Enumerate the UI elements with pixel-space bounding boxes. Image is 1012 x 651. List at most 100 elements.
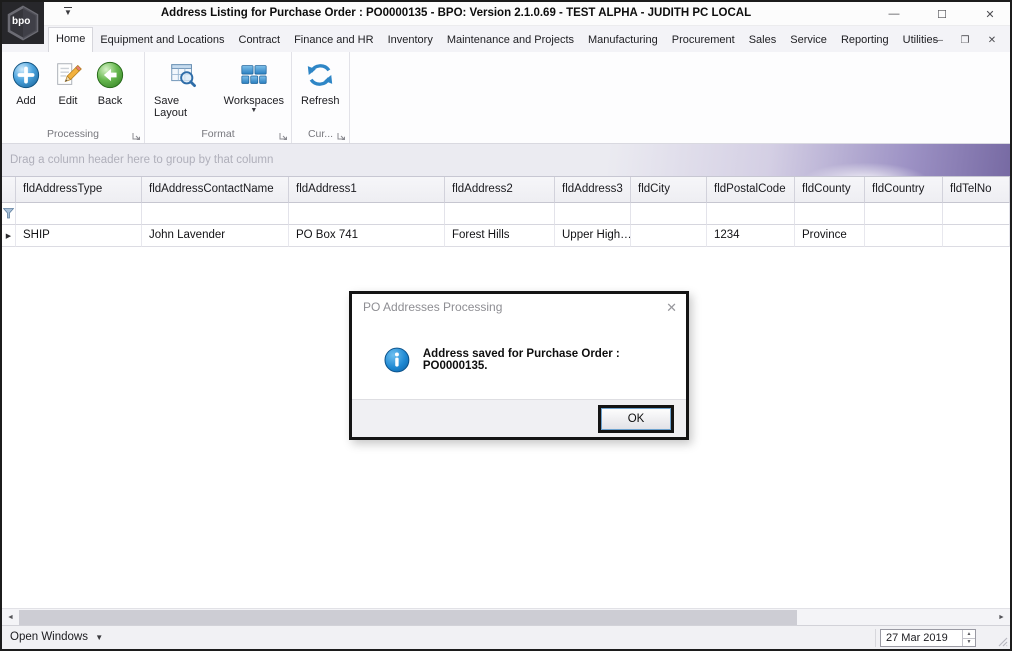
tab-service[interactable]: Service — [783, 29, 834, 52]
group-launcher-icon[interactable] — [278, 131, 288, 141]
tab-home[interactable]: Home — [48, 27, 94, 52]
tab-inventory[interactable]: Inventory — [381, 29, 440, 52]
spinner-up-icon[interactable]: ▲ — [963, 630, 975, 638]
group-launcher-icon[interactable] — [336, 131, 346, 141]
window-close-icon[interactable]: ✕ — [979, 5, 1001, 23]
group-label-format: Format — [201, 128, 235, 140]
ok-button[interactable]: OK — [601, 407, 671, 430]
quick-access-dropdown-icon[interactable]: ▼ — [64, 7, 72, 17]
dialog-footer: OK — [352, 399, 686, 437]
group-by-hint: Drag a column header here to group by th… — [10, 154, 274, 166]
cell-fldAddressType[interactable]: SHIP — [16, 225, 142, 247]
column-header-fldCity[interactable]: fldCity — [631, 177, 707, 203]
tab-equipment-and-locations[interactable]: Equipment and Locations — [93, 29, 231, 52]
filter-cell-fldAddress1[interactable] — [289, 203, 445, 225]
add-icon — [12, 61, 40, 89]
tab-finance-and-hr[interactable]: Finance and HR — [287, 29, 381, 52]
save-layout-icon — [171, 64, 196, 87]
column-header-fldCounty[interactable]: fldCounty — [795, 177, 865, 203]
workspaces-dropdown-icon: ▼ — [250, 107, 258, 114]
cell-fldAddress1[interactable]: PO Box 741 — [289, 225, 445, 247]
column-header-fldCountry[interactable]: fldCountry — [865, 177, 943, 203]
filter-cell-fldCity[interactable] — [631, 203, 707, 225]
tab-sales[interactable]: Sales — [742, 29, 784, 52]
save-layout-label: Save Layout — [154, 95, 188, 119]
scroll-right-icon[interactable]: ► — [993, 609, 1010, 626]
resize-grip-icon[interactable] — [998, 637, 1008, 647]
dialog-body: Address saved for Purchase Order : PO000… — [352, 320, 686, 399]
edit-button[interactable]: Edit — [50, 57, 86, 110]
refresh-button[interactable]: Refresh — [298, 57, 343, 110]
group-label-processing: Processing — [47, 128, 99, 140]
filter-cell-fldAddress3[interactable] — [555, 203, 631, 225]
window-maximize-icon[interactable]: ☐ — [931, 5, 953, 23]
date-value[interactable]: 27 Mar 2019 — [881, 632, 962, 644]
window-title: Address Listing for Purchase Order : PO0… — [160, 7, 752, 19]
statusbar-divider — [875, 629, 876, 647]
filter-row-indicator-cell — [2, 203, 16, 225]
horizontal-scrollbar[interactable]: ◄ ► — [2, 608, 1010, 625]
workspaces-label: Workspaces — [223, 95, 284, 107]
scroll-left-icon[interactable]: ◄ — [2, 609, 19, 626]
filter-cell-fldAddress2[interactable] — [445, 203, 555, 225]
mdi-close-icon[interactable]: ✕ — [982, 32, 1002, 48]
mdi-minimize-icon[interactable]: — — [928, 32, 948, 48]
back-label: Back — [97, 95, 123, 107]
dialog-title: PO Addresses Processing — [363, 300, 503, 314]
column-header-fldAddress3[interactable]: fldAddress3 — [555, 177, 631, 203]
filter-cell-fldCountry[interactable] — [865, 203, 943, 225]
cell-fldAddress2[interactable]: Forest Hills — [445, 225, 555, 247]
filter-cell-fldCounty[interactable] — [795, 203, 865, 225]
open-windows-label: Open Windows — [10, 631, 88, 643]
ribbon: Add Edit Back Processing Save Layout Wor… — [2, 52, 1010, 144]
filter-cell-fldAddressContactName[interactable] — [142, 203, 289, 225]
filter-cell-fldTelNo[interactable] — [943, 203, 1010, 225]
grid-data-row: ▶ SHIP John Lavender PO Box 741 Forest H… — [2, 225, 1010, 247]
cell-fldPostalCode[interactable]: 1234 — [707, 225, 795, 247]
group-by-panel[interactable]: Drag a column header here to group by th… — [2, 144, 1010, 177]
add-label: Add — [16, 95, 36, 107]
current-row-arrow-icon: ▶ — [5, 232, 12, 240]
edit-icon — [57, 63, 82, 85]
app-logo[interactable]: bpo — [2, 2, 44, 44]
spinner-down-icon[interactable]: ▼ — [963, 637, 975, 647]
filter-cell-fldAddressType[interactable] — [16, 203, 142, 225]
column-header-fldAddressType[interactable]: fldAddressType — [16, 177, 142, 203]
cell-fldAddressContactName[interactable]: John Lavender — [142, 225, 289, 247]
column-header-fldAddressContactName[interactable]: fldAddressContactName — [142, 177, 289, 203]
workspaces-button[interactable]: Workspaces ▼ — [221, 57, 287, 117]
group-launcher-icon[interactable] — [131, 131, 141, 141]
cell-fldAddress3[interactable]: Upper High… — [555, 225, 631, 247]
logo-text: bpo — [12, 16, 30, 27]
back-button[interactable]: Back — [92, 57, 128, 110]
tab-procurement[interactable]: Procurement — [665, 29, 742, 52]
filter-cell-fldPostalCode[interactable] — [707, 203, 795, 225]
dialog-title-bar[interactable]: PO Addresses Processing ✕ — [352, 294, 686, 320]
cell-fldTelNo[interactable] — [943, 225, 1010, 247]
scrollbar-thumb[interactable] — [19, 610, 797, 625]
tab-manufacturing[interactable]: Manufacturing — [581, 29, 665, 52]
column-header-fldTelNo[interactable]: fldTelNo — [943, 177, 1010, 203]
tab-maintenance-and-projects[interactable]: Maintenance and Projects — [440, 29, 581, 52]
cell-fldCity[interactable] — [631, 225, 707, 247]
open-windows-dropdown-icon: ▼ — [95, 633, 104, 642]
row-indicator-cell: ▶ — [2, 225, 16, 247]
column-header-fldAddress1[interactable]: fldAddress1 — [289, 177, 445, 203]
date-field[interactable]: 27 Mar 2019 ▲ ▼ — [880, 629, 976, 647]
tab-contract[interactable]: Contract — [232, 29, 288, 52]
mdi-restore-icon[interactable]: ❐ — [955, 32, 975, 48]
cell-fldCountry[interactable] — [865, 225, 943, 247]
window-minimize-icon[interactable]: — — [883, 5, 905, 23]
dialog-close-icon[interactable]: ✕ — [666, 301, 677, 314]
add-button[interactable]: Add — [8, 57, 44, 110]
message-dialog: PO Addresses Processing ✕ Address saved … — [349, 291, 689, 440]
title-bar: ▼ Address Listing for Purchase Order : P… — [2, 2, 1010, 26]
dialog-message: Address saved for Purchase Order : PO000… — [422, 347, 620, 372]
cell-fldCounty[interactable]: Province — [795, 225, 865, 247]
ribbon-group-format: Save Layout Workspaces ▼ Format — [145, 52, 292, 143]
column-header-fldAddress2[interactable]: fldAddress2 — [445, 177, 555, 203]
tab-reporting[interactable]: Reporting — [834, 29, 896, 52]
save-layout-button[interactable]: Save Layout — [151, 57, 215, 122]
open-windows-button[interactable]: Open Windows ▼ — [10, 631, 103, 643]
column-header-fldPostalCode[interactable]: fldPostalCode — [707, 177, 795, 203]
